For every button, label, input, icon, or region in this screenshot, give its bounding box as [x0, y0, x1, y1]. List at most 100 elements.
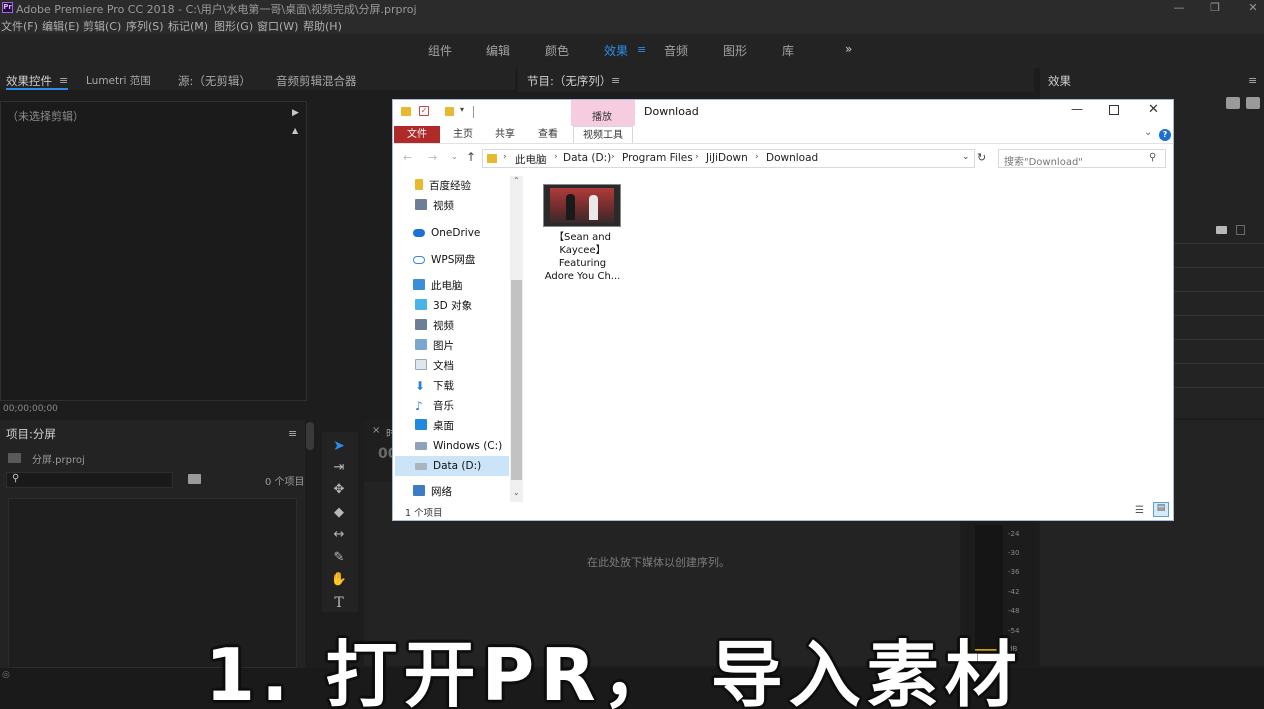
track-select-tool-icon[interactable]: ⇥: [330, 459, 348, 477]
scroll-up-icon[interactable]: ⌃: [513, 176, 520, 185]
up-icon[interactable]: ↑: [466, 150, 476, 164]
program-monitor-title[interactable]: 节目:（无序列）: [527, 73, 611, 89]
menu-marker[interactable]: 标记(M): [168, 18, 208, 34]
address-dropdown-icon[interactable]: ⌄: [962, 152, 970, 162]
refresh-icon[interactable]: ↻: [977, 151, 986, 164]
nav-scrollbar-thumb[interactable]: [511, 280, 522, 480]
menu-file[interactable]: 文件(F): [1, 18, 38, 34]
help-icon[interactable]: ?: [1159, 129, 1171, 141]
ribbon-tab-video-tools[interactable]: 视频工具: [573, 126, 633, 143]
nav-item-baidu[interactable]: 百度经验: [415, 176, 471, 196]
back-icon[interactable]: ←: [403, 151, 412, 164]
workspace-menu-icon[interactable]: ≡: [637, 43, 646, 56]
slip-tool-icon[interactable]: ↔: [330, 526, 348, 544]
nav-item-wps[interactable]: WPS网盘: [413, 250, 475, 270]
new-bin-icon[interactable]: [1216, 226, 1227, 234]
hand-tool-icon[interactable]: ✋: [330, 571, 348, 589]
nav-scrollbar[interactable]: ⌃ ⌄: [510, 176, 523, 502]
panel-menu-icon[interactable]: ≡: [59, 74, 68, 87]
workspace-overflow-icon[interactable]: »: [845, 42, 852, 56]
nav-item-windows-c[interactable]: Windows (C:): [415, 436, 502, 456]
type-tool-icon[interactable]: T: [330, 594, 348, 612]
yuv-filter-icon[interactable]: [1246, 97, 1260, 109]
effects-panel-title[interactable]: 效果: [1048, 73, 1071, 89]
preset-bin-icon[interactable]: [1226, 97, 1240, 109]
nav-item-desktop[interactable]: 桌面: [415, 416, 454, 436]
workspace-effects[interactable]: 效果: [604, 42, 628, 59]
explorer-close-icon[interactable]: ✕: [1148, 102, 1159, 117]
recent-locations-icon[interactable]: ⌄: [451, 152, 458, 161]
menu-help[interactable]: 帮助(H): [303, 18, 342, 34]
tab-effect-controls[interactable]: 效果控件: [6, 73, 52, 89]
quick-access-dropdown-icon[interactable]: ▾: [460, 105, 464, 114]
details-view-icon[interactable]: ☰: [1135, 505, 1144, 516]
ribbon-tab-file[interactable]: 文件: [394, 126, 440, 143]
minimize-icon[interactable]: —: [1164, 0, 1194, 16]
ribbon-tab-view[interactable]: 查看: [528, 126, 568, 143]
context-tab-playback[interactable]: 播放: [592, 108, 612, 123]
explorer-minimize-icon[interactable]: —: [1071, 102, 1083, 116]
workspace-audio[interactable]: 音频: [664, 42, 688, 59]
project-menu-icon[interactable]: ≡: [288, 427, 297, 440]
effects-menu-icon[interactable]: ≡: [1248, 74, 1257, 87]
program-menu-icon[interactable]: ≡: [611, 74, 620, 87]
scroll-down-icon[interactable]: ⌄: [513, 488, 520, 497]
breadcrumb-download[interactable]: Download: [766, 152, 818, 164]
razor-tool-icon[interactable]: ◆: [330, 504, 348, 522]
nav-item-downloads[interactable]: ⬇ 下载: [415, 376, 454, 396]
expand-arrow-icon[interactable]: ▶: [292, 108, 299, 118]
breadcrumb-separator-icon[interactable]: ›: [755, 152, 759, 162]
breadcrumb-this-pc[interactable]: 此电脑: [515, 152, 547, 167]
tab-lumetri-scopes[interactable]: Lumetri 范围: [86, 73, 151, 88]
large-icons-view-icon[interactable]: ▤: [1153, 502, 1169, 517]
project-search-input[interactable]: ⚲: [6, 472, 173, 488]
breadcrumb-separator-icon[interactable]: ›: [695, 152, 699, 162]
nav-item-music[interactable]: ♪ 音乐: [415, 396, 454, 416]
breadcrumb-separator-icon[interactable]: ›: [503, 152, 507, 162]
project-panel-title[interactable]: 项目:分屏: [6, 426, 56, 442]
nav-item-videos[interactable]: 视频: [415, 316, 454, 336]
selection-tool-icon[interactable]: ➤: [330, 437, 348, 455]
menu-graphics[interactable]: 图形(G): [214, 18, 253, 34]
properties-icon[interactable]: ✓: [419, 106, 429, 116]
forward-icon[interactable]: →: [428, 151, 437, 164]
menu-sequence[interactable]: 序列(S): [126, 18, 164, 34]
nav-item-data-d[interactable]: Data (D:): [395, 456, 509, 476]
explorer-search-input[interactable]: 搜索"Download" ⚲: [998, 149, 1166, 168]
ribbon-tab-share[interactable]: 共享: [485, 126, 525, 143]
tab-audio-clip-mixer[interactable]: 音频剪辑混合器: [276, 73, 357, 89]
pen-tool-icon[interactable]: ✎: [330, 549, 348, 567]
menu-edit[interactable]: 编辑(E): [42, 18, 80, 34]
ribbon-expand-icon[interactable]: ⌄: [1144, 127, 1152, 138]
nav-item-documents[interactable]: 文档: [415, 356, 454, 376]
nav-item-pictures[interactable]: 图片: [415, 336, 454, 356]
delete-icon[interactable]: [1236, 225, 1245, 235]
panel-scrollbar[interactable]: [306, 422, 314, 450]
breadcrumb-separator-icon[interactable]: ›: [554, 152, 558, 162]
breadcrumb-jijidown[interactable]: JiJiDown: [706, 152, 748, 164]
ripple-edit-tool-icon[interactable]: ✥: [330, 481, 348, 499]
breadcrumb-program-files[interactable]: Program Files: [622, 152, 693, 164]
file-item[interactable]: 【Sean and Kaycee】 Featuring Adore You Ch…: [540, 183, 625, 283]
menu-window[interactable]: 窗口(W): [257, 18, 298, 34]
breadcrumb-separator-icon[interactable]: ›: [611, 152, 615, 162]
nav-item-network[interactable]: 网络: [413, 482, 452, 502]
restore-icon[interactable]: ❐: [1200, 0, 1230, 16]
breadcrumb-data-d[interactable]: Data (D:): [563, 152, 611, 164]
workspace-libraries[interactable]: 库: [782, 42, 794, 59]
ribbon-tab-home[interactable]: 主页: [443, 126, 483, 143]
new-folder-icon[interactable]: [445, 107, 454, 116]
scroll-up-icon[interactable]: ▲: [292, 126, 298, 135]
nav-item-this-pc[interactable]: 此电脑: [413, 276, 463, 296]
tab-source[interactable]: 源:（无剪辑）: [178, 73, 251, 89]
workspace-color[interactable]: 颜色: [545, 42, 569, 59]
nav-item-3d-objects[interactable]: 3D 对象: [415, 296, 472, 316]
nav-item-videos-quick[interactable]: 视频: [415, 196, 454, 216]
timeline-close-icon[interactable]: ×: [372, 425, 380, 436]
nav-item-onedrive[interactable]: OneDrive: [413, 223, 480, 243]
find-icon[interactable]: [188, 474, 201, 484]
close-icon[interactable]: ✕: [1238, 0, 1264, 16]
workspace-assembly[interactable]: 组件: [428, 42, 452, 59]
workspace-editing[interactable]: 编辑: [486, 42, 510, 59]
workspace-graphics[interactable]: 图形: [723, 42, 747, 59]
